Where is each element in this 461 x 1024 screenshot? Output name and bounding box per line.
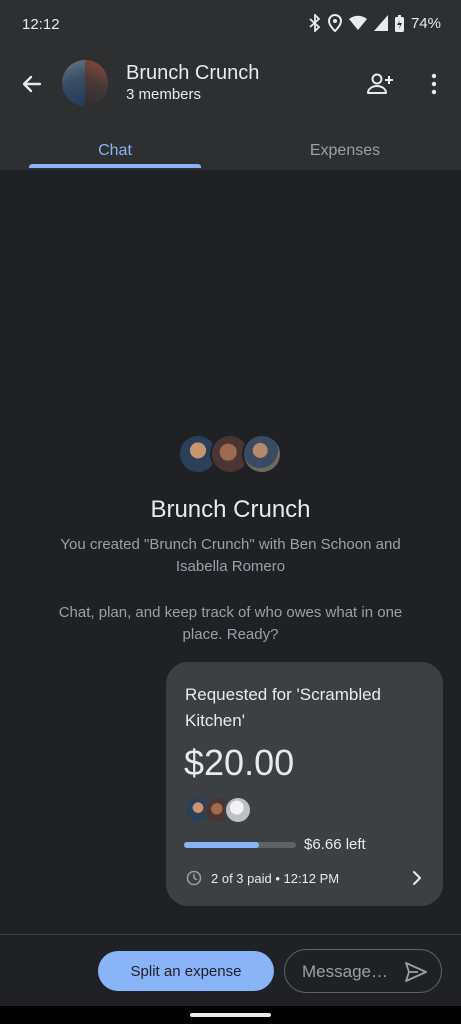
active-tab-indicator (29, 164, 201, 168)
intro-cta-text: Chat, plan, and keep track of who owes w… (58, 604, 403, 643)
expense-request-title: Requested for 'Scrambled Kitchen' (185, 685, 382, 730)
status-bar: 12:12 74% (0, 0, 461, 52)
chat-title: Brunch Crunch (126, 62, 260, 84)
tab-chat[interactable]: Chat (0, 142, 230, 160)
signal-icon (373, 15, 388, 31)
tab-bar: Chat Expenses (0, 132, 461, 170)
wifi-icon (348, 15, 367, 31)
gesture-nav-bar (0, 1006, 461, 1024)
clock-icon (186, 870, 202, 886)
member-avatars (178, 434, 284, 476)
split-expense-button[interactable]: Split an expense (98, 951, 274, 991)
message-input[interactable]: Message… (284, 949, 442, 993)
expense-request-card[interactable]: Requested for 'Scrambled Kitchen' $20.00… (166, 662, 443, 906)
send-icon[interactable] (405, 962, 427, 982)
add-person-icon[interactable] (366, 70, 394, 98)
status-time: 12:12 (22, 16, 60, 33)
chevron-right-icon[interactable] (410, 870, 424, 886)
back-arrow-icon[interactable] (18, 70, 46, 98)
paid-status: 2 of 3 paid • 12:12 PM (211, 871, 340, 886)
member-count: 3 members (126, 86, 202, 103)
chat-area[interactable]: Brunch Crunch You created "Brunch Crunch… (0, 170, 461, 934)
intro-created-text: You created "Brunch Crunch" with Ben Sch… (60, 536, 401, 575)
battery-icon (394, 14, 404, 32)
bluetooth-icon (309, 14, 321, 32)
payment-progress-bar (184, 842, 296, 848)
status-icons: 74% (309, 14, 441, 32)
more-vert-icon[interactable] (424, 70, 444, 98)
expense-amount: $20.00 (184, 742, 295, 783)
avatar (224, 796, 252, 824)
group-avatar[interactable] (62, 60, 108, 106)
amount-remaining: $6.66 left (304, 836, 366, 853)
home-gesture-pill[interactable] (190, 1013, 271, 1017)
battery-level: 74% (410, 14, 441, 32)
avatar (242, 434, 282, 474)
payment-progress-fill (184, 842, 259, 848)
message-placeholder: Message… (302, 962, 388, 981)
composer-bar: Split an expense Message… (0, 934, 461, 1006)
location-icon (327, 14, 342, 32)
payer-avatars (184, 796, 264, 824)
tab-expenses[interactable]: Expenses (230, 142, 460, 160)
app-bar: Brunch Crunch 3 members Chat Expenses (0, 52, 461, 170)
intro-title: Brunch Crunch (150, 496, 311, 523)
